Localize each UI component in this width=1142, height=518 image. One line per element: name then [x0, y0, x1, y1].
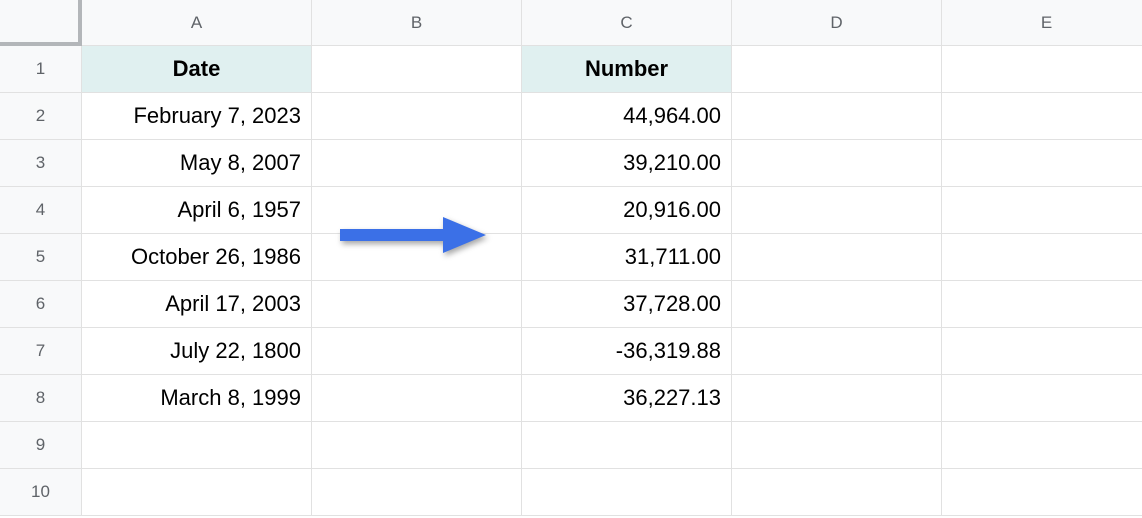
row-header-9[interactable]: 9 — [0, 422, 82, 469]
row-header-7[interactable]: 7 — [0, 328, 82, 375]
cell-D3[interactable] — [732, 140, 942, 187]
cell-A6[interactable]: April 17, 2003 — [82, 281, 312, 328]
cell-A7[interactable]: July 22, 1800 — [82, 328, 312, 375]
cell-C4[interactable]: 20,916.00 — [522, 187, 732, 234]
cell-C6[interactable]: 37,728.00 — [522, 281, 732, 328]
col-header-B[interactable]: B — [312, 0, 522, 46]
cell-D4[interactable] — [732, 187, 942, 234]
cell-D10[interactable] — [732, 469, 942, 516]
cell-C5[interactable]: 31,711.00 — [522, 234, 732, 281]
col-header-A[interactable]: A — [82, 0, 312, 46]
cell-E5[interactable] — [942, 234, 1142, 281]
col-header-E[interactable]: E — [942, 0, 1142, 46]
col-header-C[interactable]: C — [522, 0, 732, 46]
cell-A2[interactable]: February 7, 2023 — [82, 93, 312, 140]
cell-A9[interactable] — [82, 422, 312, 469]
cell-B6[interactable] — [312, 281, 522, 328]
cell-E6[interactable] — [942, 281, 1142, 328]
cell-B10[interactable] — [312, 469, 522, 516]
spreadsheet-grid: A B C D E 1 Date Number 2 February 7, 20… — [0, 0, 1142, 516]
cell-C7[interactable]: -36,319.88 — [522, 328, 732, 375]
row-header-10[interactable]: 10 — [0, 469, 82, 516]
row-header-2[interactable]: 2 — [0, 93, 82, 140]
cell-E7[interactable] — [942, 328, 1142, 375]
cell-E2[interactable] — [942, 93, 1142, 140]
select-all-corner[interactable] — [0, 0, 82, 46]
cell-B4[interactable] — [312, 187, 522, 234]
row-header-8[interactable]: 8 — [0, 375, 82, 422]
cell-C8[interactable]: 36,227.13 — [522, 375, 732, 422]
cell-D2[interactable] — [732, 93, 942, 140]
cell-A10[interactable] — [82, 469, 312, 516]
cell-D7[interactable] — [732, 328, 942, 375]
cell-B7[interactable] — [312, 328, 522, 375]
row-header-5[interactable]: 5 — [0, 234, 82, 281]
cell-C3[interactable]: 39,210.00 — [522, 140, 732, 187]
cell-D9[interactable] — [732, 422, 942, 469]
cell-B8[interactable] — [312, 375, 522, 422]
cell-C1[interactable]: Number — [522, 46, 732, 93]
cell-A5[interactable]: October 26, 1986 — [82, 234, 312, 281]
cell-E3[interactable] — [942, 140, 1142, 187]
cell-B1[interactable] — [312, 46, 522, 93]
cell-E10[interactable] — [942, 469, 1142, 516]
cell-B3[interactable] — [312, 140, 522, 187]
cell-C9[interactable] — [522, 422, 732, 469]
row-header-4[interactable]: 4 — [0, 187, 82, 234]
cell-D8[interactable] — [732, 375, 942, 422]
cell-E9[interactable] — [942, 422, 1142, 469]
row-header-3[interactable]: 3 — [0, 140, 82, 187]
row-header-1[interactable]: 1 — [0, 46, 82, 93]
cell-B5[interactable] — [312, 234, 522, 281]
cell-B2[interactable] — [312, 93, 522, 140]
cell-C2[interactable]: 44,964.00 — [522, 93, 732, 140]
cell-E8[interactable] — [942, 375, 1142, 422]
row-header-6[interactable]: 6 — [0, 281, 82, 328]
cell-D5[interactable] — [732, 234, 942, 281]
cell-A4[interactable]: April 6, 1957 — [82, 187, 312, 234]
cell-B9[interactable] — [312, 422, 522, 469]
cell-E4[interactable] — [942, 187, 1142, 234]
cell-D6[interactable] — [732, 281, 942, 328]
cell-A3[interactable]: May 8, 2007 — [82, 140, 312, 187]
cell-E1[interactable] — [942, 46, 1142, 93]
cell-D1[interactable] — [732, 46, 942, 93]
col-header-D[interactable]: D — [732, 0, 942, 46]
cell-C10[interactable] — [522, 469, 732, 516]
cell-A1[interactable]: Date — [82, 46, 312, 93]
cell-A8[interactable]: March 8, 1999 — [82, 375, 312, 422]
